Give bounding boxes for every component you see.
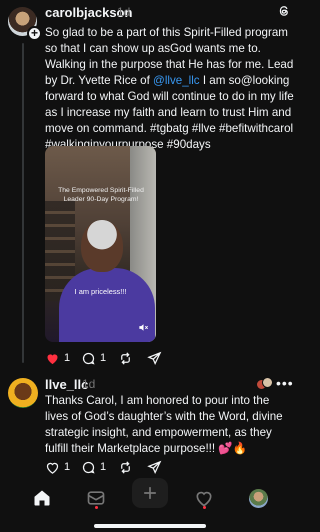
mention-link[interactable]: @llve_llc xyxy=(153,74,200,87)
reply-like-button[interactable]: 1 xyxy=(45,459,70,475)
tab-home[interactable] xyxy=(27,484,57,512)
tab-create[interactable] xyxy=(132,478,168,508)
reply-share-button[interactable] xyxy=(147,459,162,475)
post-actions: 1 1 xyxy=(45,350,175,366)
participant-avatar xyxy=(262,377,273,388)
video-person-head xyxy=(81,220,123,272)
inbox-notification-dot xyxy=(95,506,98,509)
reply-button[interactable]: 1 xyxy=(81,350,106,366)
home-icon xyxy=(34,490,50,506)
heart-icon xyxy=(47,353,58,364)
reply-participants xyxy=(256,377,273,391)
comment-icon xyxy=(82,461,95,473)
share-icon xyxy=(147,351,162,365)
like-count: 1 xyxy=(64,352,71,364)
post-video[interactable]: The Empowered Spirit-Filled Leader 90-Da… xyxy=(45,146,156,342)
like-button[interactable]: 1 xyxy=(45,350,70,366)
follow-plus-icon[interactable]: + xyxy=(27,26,42,41)
heart-outline-icon xyxy=(46,462,59,474)
mute-icon[interactable] xyxy=(138,322,149,333)
post-time: 1d xyxy=(117,5,131,19)
repost-icon xyxy=(121,351,130,365)
reply-text: Thanks Carol, I am honored to pour into … xyxy=(45,394,283,455)
inbox-icon xyxy=(87,491,105,505)
reply-time: 1d xyxy=(82,377,96,391)
repost-button[interactable] xyxy=(118,350,133,366)
more-options-icon[interactable]: ••• xyxy=(276,375,294,391)
share-icon xyxy=(147,460,162,474)
post-text: So glad to be a part of this Spirit-Fill… xyxy=(45,25,295,153)
plus-icon xyxy=(144,487,156,499)
reply-actions: 1 1 xyxy=(45,459,175,475)
share-button[interactable] xyxy=(147,350,162,366)
heart-outline-icon xyxy=(196,491,212,507)
activity-notification-dot xyxy=(203,506,206,509)
tab-profile[interactable] xyxy=(243,484,273,512)
repost-icon xyxy=(121,460,130,474)
home-indicator xyxy=(94,524,206,528)
profile-avatar xyxy=(248,488,268,508)
reply-count: 1 xyxy=(100,352,107,364)
author-avatar[interactable]: + xyxy=(8,7,42,41)
video-overlay-title: The Empowered Spirit-Filled Leader 90-Da… xyxy=(58,187,144,203)
reply-like-count: 1 xyxy=(64,461,71,473)
reply-author-avatar[interactable] xyxy=(8,378,38,408)
comment-icon xyxy=(82,352,95,364)
reply-comment-button[interactable]: 1 xyxy=(81,459,106,475)
reply-repost-button[interactable] xyxy=(118,459,133,475)
thread-line xyxy=(22,43,24,363)
video-overlay-caption: I am priceless!!! xyxy=(74,287,127,296)
threads-logo-icon[interactable] xyxy=(277,4,291,18)
reply-comment-count: 1 xyxy=(100,461,107,473)
